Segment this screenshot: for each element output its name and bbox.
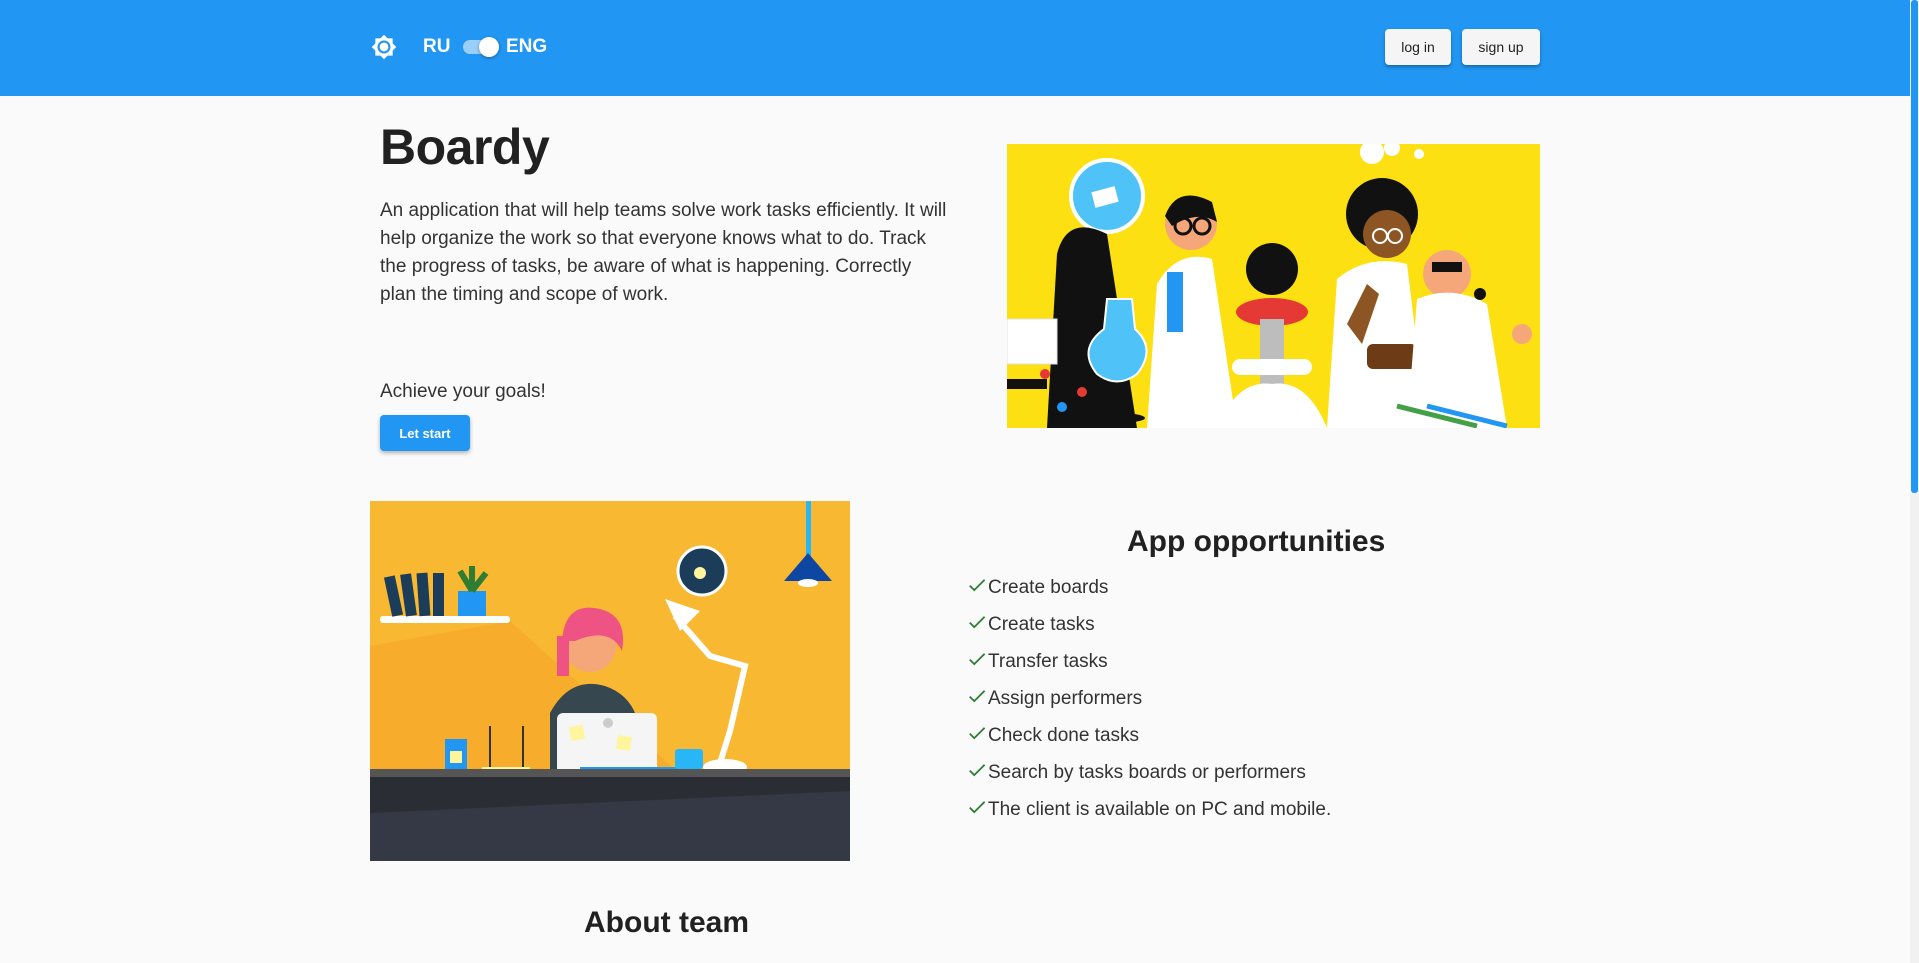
list-item: Create tasks [966, 614, 1331, 651]
check-icon [969, 579, 986, 592]
list-item: Check done tasks [966, 725, 1331, 762]
top-app-bar: RU ENG log in sign up [0, 0, 1910, 96]
check-icon [969, 727, 986, 740]
opportunities-list: Create boards Create tasks Transfer task… [966, 577, 1331, 836]
about-team-title: About team [584, 906, 749, 939]
list-item: Create boards [966, 577, 1331, 614]
let-start-button[interactable]: Let start [380, 415, 470, 451]
brightness-gear-icon[interactable] [371, 34, 397, 60]
check-icon [969, 616, 986, 629]
list-item: Assign performers [966, 688, 1331, 725]
list-item: Transfer tasks [966, 651, 1331, 688]
list-item-label: The client is available on PC and mobile… [988, 799, 1332, 820]
toggle-thumb [479, 37, 499, 57]
app-description: An application that will help teams solv… [380, 200, 947, 305]
login-button[interactable]: log in [1385, 29, 1451, 65]
language-ru-label: RU [423, 36, 451, 57]
signup-button[interactable]: sign up [1462, 29, 1540, 65]
list-item-label: Check done tasks [988, 725, 1140, 746]
list-item-label: Assign performers [988, 688, 1143, 709]
header-content: RU ENG log in sign up [368, 27, 1540, 67]
list-item-label: Transfer tasks [988, 651, 1108, 672]
page-scrollbar[interactable] [1910, 0, 1919, 963]
check-icon [969, 690, 986, 703]
list-item: The client is available on PC and mobile… [966, 799, 1331, 836]
list-item-label: Search by tasks boards or performers [988, 762, 1306, 783]
list-item-label: Create boards [988, 577, 1109, 598]
language-eng-label: ENG [506, 36, 548, 57]
check-icon [969, 801, 986, 814]
language-toggle[interactable] [461, 37, 499, 57]
scientists-illustration [1007, 144, 1540, 428]
scrollbar-thumb[interactable] [1911, 0, 1918, 493]
scientists-illustration-art [1007, 144, 1540, 428]
check-icon [969, 764, 986, 777]
goal-text: Achieve your goals! [380, 381, 546, 402]
office-worker-illustration-art [370, 501, 850, 861]
page-title: Boardy [380, 119, 550, 175]
opportunities-title: App opportunities [1127, 525, 1386, 558]
check-icon [969, 653, 986, 666]
list-item-label: Create tasks [988, 614, 1095, 635]
office-worker-illustration [370, 501, 850, 861]
list-item: Search by tasks boards or performers [966, 762, 1331, 799]
